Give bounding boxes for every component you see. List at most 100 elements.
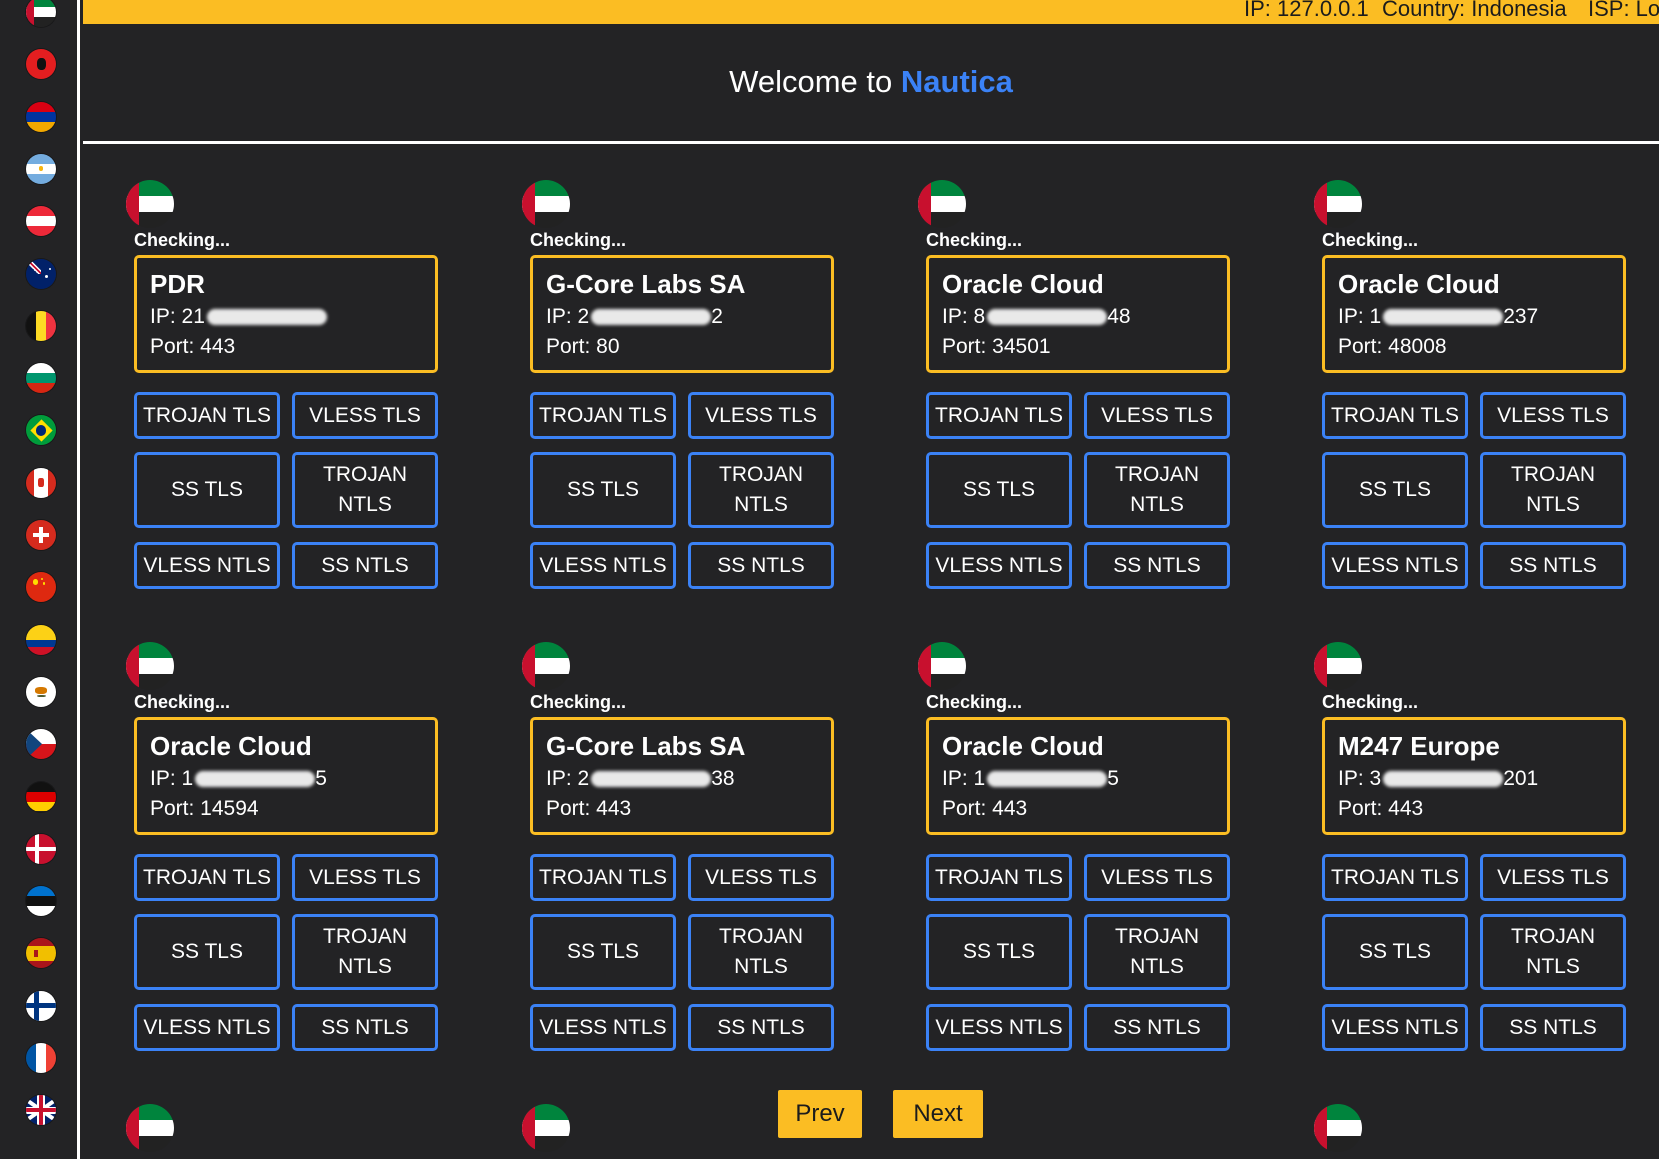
country-flag-ar-icon[interactable]	[26, 153, 56, 184]
server-provider: M247 Europe	[1338, 731, 1500, 761]
ss-ntls-button[interactable]: SS NTLS	[1480, 1004, 1626, 1051]
trojan-tls-button[interactable]: TROJAN TLS	[1322, 854, 1468, 901]
trojan-ntls-button[interactable]: TROJAN NTLS	[1480, 914, 1626, 990]
ss-ntls-button[interactable]: SS NTLS	[1084, 542, 1230, 589]
server-ip-prefix: IP: 21	[150, 305, 205, 328]
trojan-tls-button[interactable]: TROJAN TLS	[134, 392, 280, 439]
server-provider: G-Core Labs SA	[546, 731, 746, 761]
country-flag-al-icon[interactable]	[26, 49, 56, 80]
vless-ntls-button[interactable]: VLESS NTLS	[134, 1004, 280, 1051]
server-status: Checking...	[134, 230, 231, 250]
trojan-ntls-button[interactable]: TROJAN NTLS	[1084, 452, 1230, 528]
ss-tls-button[interactable]: SS TLS	[134, 452, 280, 528]
vless-tls-button[interactable]: VLESS TLS	[1084, 854, 1230, 901]
server-card: Checking... PDR IP: 21 Port: 443 TROJAN …	[126, 180, 444, 620]
country-flag-cn-icon[interactable]	[26, 572, 56, 603]
server-ip: IP: 3 201	[1338, 764, 1610, 794]
trojan-ntls-button[interactable]: TROJAN NTLS	[1084, 914, 1230, 990]
server-provider: Oracle Cloud	[1338, 269, 1500, 299]
vless-tls-button[interactable]: VLESS TLS	[292, 854, 438, 901]
vless-ntls-button[interactable]: VLESS NTLS	[530, 1004, 676, 1051]
trojan-ntls-button[interactable]: TROJAN NTLS	[688, 452, 834, 528]
server-ip: IP: 1 237	[1338, 302, 1610, 332]
country-flag-bg-icon[interactable]	[26, 363, 56, 394]
vless-tls-button[interactable]: VLESS TLS	[688, 392, 834, 439]
vless-tls-button[interactable]: VLESS TLS	[688, 854, 834, 901]
vless-ntls-button[interactable]: VLESS NTLS	[134, 542, 280, 589]
server-ip-tail: 5	[315, 767, 327, 790]
redaction-mark	[1383, 771, 1504, 788]
server-provider: Oracle Cloud	[150, 731, 312, 761]
vless-tls-button[interactable]: VLESS TLS	[1084, 392, 1230, 439]
vless-ntls-button[interactable]: VLESS NTLS	[1322, 1004, 1468, 1051]
trojan-ntls-button[interactable]: TROJAN NTLS	[292, 452, 438, 528]
country-flag-am-icon[interactable]	[26, 101, 56, 132]
vless-ntls-button[interactable]: VLESS NTLS	[926, 1004, 1072, 1051]
trojan-ntls-button[interactable]: TROJAN NTLS	[1480, 452, 1626, 528]
trojan-tls-button[interactable]: TROJAN TLS	[1322, 392, 1468, 439]
ss-tls-button[interactable]: SS TLS	[134, 914, 280, 990]
server-flag-icon	[918, 642, 966, 690]
country-flag-au-icon[interactable]	[26, 258, 56, 289]
prev-page-button[interactable]: Prev	[778, 1090, 862, 1138]
server-ip: IP: 8 48	[942, 302, 1214, 332]
server-card: Checking... G-Core Labs SA IP: 2 2 Port: …	[522, 180, 840, 620]
vless-ntls-button[interactable]: VLESS NTLS	[926, 542, 1072, 589]
trojan-ntls-button[interactable]: TROJAN NTLS	[688, 914, 834, 990]
ss-ntls-button[interactable]: SS NTLS	[688, 1004, 834, 1051]
vless-tls-button[interactable]: VLESS TLS	[1480, 854, 1626, 901]
server-status: Checking...	[926, 230, 1023, 250]
country-flag-co-icon[interactable]	[26, 624, 56, 655]
server-ip-prefix: IP: 1	[942, 767, 986, 790]
country-flag-es-icon[interactable]	[26, 938, 56, 969]
server-ip-prefix: IP: 1	[150, 767, 194, 790]
ss-tls-button[interactable]: SS TLS	[926, 452, 1072, 528]
ss-ntls-button[interactable]: SS NTLS	[1084, 1004, 1230, 1051]
country-sidebar	[0, 0, 80, 1159]
country-flag-fi-icon[interactable]	[26, 990, 56, 1021]
trojan-ntls-button[interactable]: TROJAN NTLS	[292, 914, 438, 990]
connection-info-bar: IP: 127.0.0.1 Country: Indonesia ISP: Lo	[83, 0, 1659, 24]
vless-tls-button[interactable]: VLESS TLS	[292, 392, 438, 439]
ss-tls-button[interactable]: SS TLS	[530, 914, 676, 990]
country-flag-de-icon[interactable]	[26, 781, 56, 812]
country-flag-cz-icon[interactable]	[26, 729, 56, 760]
country-flag-at-icon[interactable]	[26, 206, 56, 237]
country-flag-ae-icon[interactable]	[26, 0, 56, 27]
country-flag-gb-icon[interactable]	[26, 1095, 56, 1126]
server-flag-icon	[918, 180, 966, 228]
vless-ntls-button[interactable]: VLESS NTLS	[1322, 542, 1468, 589]
server-port: Port: 443	[150, 335, 236, 358]
trojan-tls-button[interactable]: TROJAN TLS	[926, 392, 1072, 439]
country-flag-cy-icon[interactable]	[26, 676, 56, 707]
country-flag-be-icon[interactable]	[26, 310, 56, 341]
country-flag-ch-icon[interactable]	[26, 520, 56, 550]
ss-tls-button[interactable]: SS TLS	[530, 452, 676, 528]
server-card: Checking... Oracle Cloud IP: 1 237 Port: …	[1314, 180, 1632, 620]
ss-tls-button[interactable]: SS TLS	[1322, 452, 1468, 528]
ss-ntls-button[interactable]: SS NTLS	[292, 542, 438, 589]
vless-tls-button[interactable]: VLESS TLS	[1480, 392, 1626, 439]
trojan-tls-button[interactable]: TROJAN TLS	[134, 854, 280, 901]
server-provider: Oracle Cloud	[942, 731, 1104, 761]
country-flag-ca-icon[interactable]	[26, 467, 56, 498]
ss-ntls-button[interactable]: SS NTLS	[1480, 542, 1626, 589]
ss-tls-button[interactable]: SS TLS	[1322, 914, 1468, 990]
trojan-tls-button[interactable]: TROJAN TLS	[530, 392, 676, 439]
country-flag-fr-icon[interactable]	[26, 1043, 56, 1073]
country-flag-br-icon[interactable]	[26, 415, 56, 446]
ss-ntls-button[interactable]: SS NTLS	[688, 542, 834, 589]
country-flag-dk-icon[interactable]	[26, 833, 56, 864]
server-flag-icon	[522, 1104, 570, 1152]
trojan-tls-button[interactable]: TROJAN TLS	[926, 854, 1072, 901]
server-info-box: M247 Europe IP: 3 201 Port: 443	[1322, 717, 1626, 835]
country-flag-ee-icon[interactable]	[26, 886, 56, 917]
server-status: Checking...	[926, 692, 1023, 712]
server-info-box: G-Core Labs SA IP: 2 2 Port: 80	[530, 255, 834, 373]
trojan-tls-button[interactable]: TROJAN TLS	[530, 854, 676, 901]
ss-ntls-button[interactable]: SS NTLS	[292, 1004, 438, 1051]
next-page-button[interactable]: Next	[893, 1090, 983, 1138]
vless-ntls-button[interactable]: VLESS NTLS	[530, 542, 676, 589]
ss-tls-button[interactable]: SS TLS	[926, 914, 1072, 990]
server-card: Checking... G-Core Labs SA IP: 2 38 Port:…	[522, 642, 840, 1082]
